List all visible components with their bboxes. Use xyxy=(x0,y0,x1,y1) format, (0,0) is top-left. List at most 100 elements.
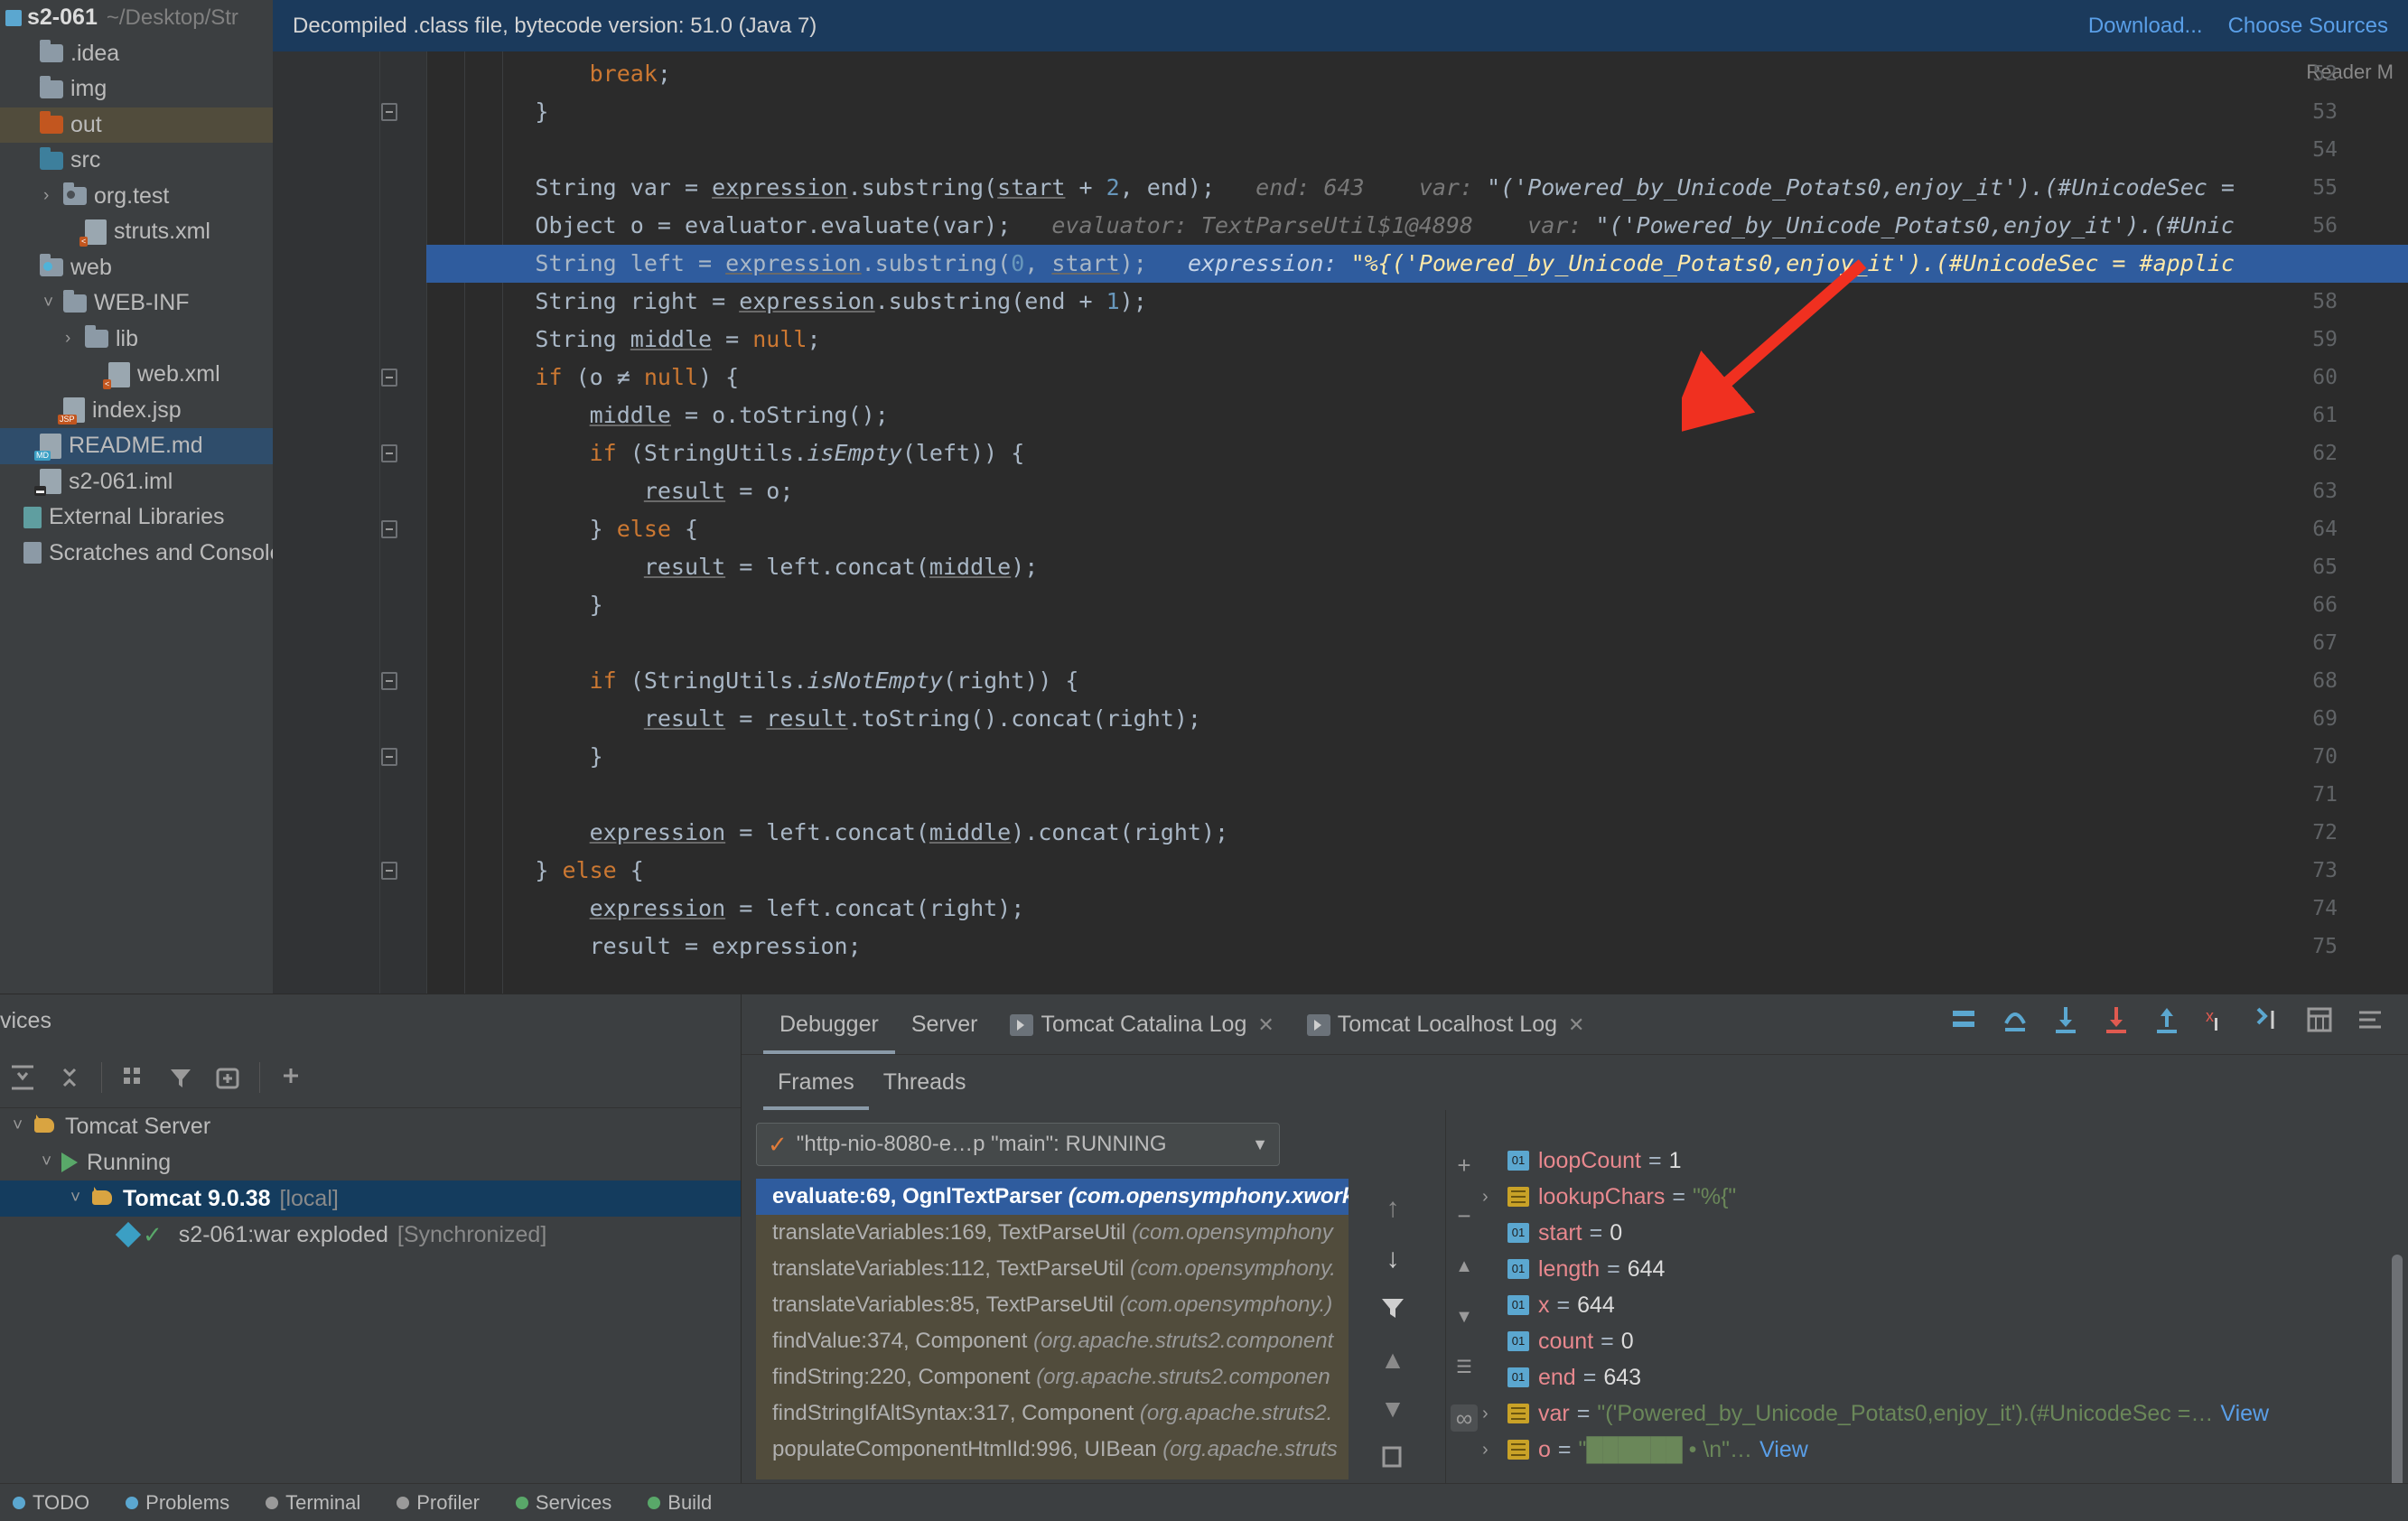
debugger-tab[interactable]: Debugger xyxy=(763,1012,895,1054)
services-tree-item[interactable]: ˅ Tomcat Server xyxy=(0,1108,741,1144)
services-tree-item[interactable]: ✓ s2-061:war exploded [Synchronized] xyxy=(0,1217,741,1253)
view-value-link[interactable]: View xyxy=(1759,1432,1808,1468)
stack-frame-row[interactable]: evaluate:69, OgnlTextParser (com.opensym… xyxy=(756,1179,1349,1215)
project-tree-list[interactable]: .idea img out src › org.test < struts.xml web ˅ WE… xyxy=(0,36,273,572)
chevron-right-icon[interactable]: › xyxy=(65,329,85,349)
evaluate-expression-icon[interactable] xyxy=(2303,1003,2336,1036)
editor-gutter[interactable] xyxy=(273,51,426,994)
code-text-area[interactable]: break; } String var = expression.substri… xyxy=(426,51,2408,994)
services-tree[interactable]: ˅ Tomcat Server ˅ Running ˅ Tomcat 9.0.38 [loc… xyxy=(0,1108,741,1253)
code-line[interactable] xyxy=(426,624,2408,662)
status-bar-item[interactable]: Problems xyxy=(126,1491,229,1515)
project-tool-window[interactable]: s2-061 ~/Desktop/Str .idea img out src › org.… xyxy=(0,0,273,994)
status-bar-item[interactable]: Profiler xyxy=(397,1491,480,1515)
code-fold-icon[interactable] xyxy=(381,748,397,766)
services-tree-item[interactable]: ˅ Running xyxy=(0,1144,741,1180)
chevron-down-icon[interactable]: ˅ xyxy=(43,294,63,313)
services-toolbar[interactable] xyxy=(0,1047,741,1108)
view-value-link[interactable]: View xyxy=(2220,1395,2269,1432)
services-tree-item[interactable]: ˅ Tomcat 9.0.38 [local] xyxy=(0,1180,741,1217)
code-line[interactable]: result = o; xyxy=(426,472,2408,510)
debugger-sub-tab[interactable]: Frames xyxy=(763,1069,869,1110)
status-bar[interactable]: TODO Problems Terminal Profiler Services Buil… xyxy=(0,1483,2408,1521)
variable-row[interactable]: 01 length = 644 xyxy=(1482,1251,2408,1287)
code-line[interactable]: result = left.concat(middle); xyxy=(426,548,2408,586)
stack-frame-row[interactable]: findValue:374, Component (org.apache.str… xyxy=(756,1323,1349,1359)
force-step-into-icon[interactable] xyxy=(2101,1003,2133,1036)
group-by-icon[interactable] xyxy=(118,1062,149,1093)
chevron-right-icon[interactable]: › xyxy=(43,186,63,206)
code-fold-icon[interactable] xyxy=(381,672,397,690)
project-tree-item[interactable]: .idea xyxy=(0,36,273,72)
project-tree-item[interactable]: › lib xyxy=(0,322,273,358)
expand-all-icon[interactable] xyxy=(7,1062,38,1093)
stack-frame-row[interactable]: translateVariables:85, TextParseUtil (co… xyxy=(756,1287,1349,1323)
project-tree-item[interactable]: web xyxy=(0,250,273,286)
chevron-down-icon[interactable]: ˅ xyxy=(13,1116,33,1136)
call-stack-frames-list[interactable]: evaluate:69, OgnlTextParser (com.opensym… xyxy=(756,1179,1349,1479)
frames-collapse-up-icon[interactable]: ▲ xyxy=(1380,1346,1405,1375)
variable-row[interactable]: › var = "('Powered_by_Unicode_Potats0,enjoy… xyxy=(1482,1395,2408,1432)
code-line[interactable] xyxy=(426,131,2408,169)
stack-frame-row[interactable]: translateVariables:112, TextParseUtil (c… xyxy=(756,1251,1349,1287)
stack-frame-row[interactable]: findString:220, Component (org.apache.st… xyxy=(756,1359,1349,1395)
step-over-icon[interactable] xyxy=(2000,1003,2032,1036)
code-line[interactable]: result = result.toString().concat(right)… xyxy=(426,700,2408,738)
frame-up-icon[interactable]: ↑ xyxy=(1386,1193,1400,1224)
debugger-tab[interactable]: Tomcat Localhost Log ✕ xyxy=(1291,1012,1601,1038)
frames-side-toolbar[interactable]: ↑ ↓ ▲ ▼ ∞ xyxy=(1354,1179,1432,1521)
code-line[interactable]: expression = left.concat(right); xyxy=(426,890,2408,928)
code-line[interactable] xyxy=(426,776,2408,814)
project-tree-item[interactable]: src xyxy=(0,143,273,179)
chevron-down-icon[interactable]: ˅ xyxy=(42,1152,61,1172)
code-fold-icon[interactable] xyxy=(381,103,397,121)
project-tree-item[interactable]: out xyxy=(0,107,273,143)
code-fold-icon[interactable] xyxy=(381,444,397,462)
project-tree-item[interactable]: JSP index.jsp xyxy=(0,393,273,429)
chevron-right-icon[interactable]: › xyxy=(1482,1395,1507,1432)
frames-panel[interactable]: ✓ "http-nio-8080-e…p "main": RUNNING ▼ ↑… xyxy=(742,1110,1444,1521)
variable-row[interactable]: 01 loopCount = 1 xyxy=(1482,1143,2408,1179)
project-tree-item[interactable]: › org.test xyxy=(0,179,273,215)
code-fold-icon[interactable] xyxy=(381,520,397,538)
variables-scrollbar[interactable] xyxy=(2392,1255,2403,1521)
chevron-right-icon[interactable]: › xyxy=(1482,1179,1507,1215)
editor-viewport[interactable]: Reader M 5253545556575859606162636465666… xyxy=(273,51,2408,994)
code-line[interactable]: String var = expression.substring(start … xyxy=(426,169,2408,207)
code-line[interactable]: Object o = evaluator.evaluate(var); eval… xyxy=(426,207,2408,245)
code-line[interactable]: break; xyxy=(426,55,2408,93)
status-bar-item[interactable]: Build xyxy=(648,1491,712,1515)
code-line[interactable]: if (o ≠ null) { xyxy=(426,359,2408,397)
add-service-icon[interactable] xyxy=(276,1062,307,1093)
download-sources-link[interactable]: Download... xyxy=(2088,14,2203,39)
project-tree-item[interactable]: img xyxy=(0,71,273,107)
variables-panel[interactable]: + − ▲ ▼ ☰ ∞ 01 loopCount = 1 › lookupChars = "%… xyxy=(1445,1110,2408,1521)
variable-row[interactable]: › lookupChars = "%{" xyxy=(1482,1179,2408,1215)
code-line[interactable]: String left = expression.substring(0, st… xyxy=(426,245,2408,283)
chevron-right-icon[interactable]: › xyxy=(1482,1432,1507,1468)
drop-frame-icon[interactable]: x xyxy=(2202,1003,2235,1036)
close-icon[interactable]: ✕ xyxy=(1568,1013,1584,1036)
frames-filter-icon[interactable] xyxy=(1379,1294,1406,1326)
code-fold-icon[interactable] xyxy=(381,862,397,880)
filter-icon[interactable] xyxy=(165,1062,196,1093)
thread-selector-dropdown[interactable]: ✓ "http-nio-8080-e…p "main": RUNNING ▼ xyxy=(756,1123,1280,1166)
services-tool-window[interactable]: vices ˅ Tomcat Server ˅ Running ˅ Tomcat… xyxy=(0,994,741,1483)
debugger-tab[interactable]: Server xyxy=(895,1012,994,1038)
stack-frame-row[interactable]: findStringIfAltSyntax:317, Component (or… xyxy=(756,1395,1349,1432)
project-tree-item[interactable]: < struts.xml xyxy=(0,214,273,250)
stack-frame-row[interactable]: populateComponentHtmlId:996, UIBean (org… xyxy=(756,1432,1349,1468)
project-tree-item[interactable]: ˅ WEB-INF xyxy=(0,285,273,322)
project-root-node[interactable]: s2-061 ~/Desktop/Str xyxy=(0,0,273,36)
project-tree-item[interactable]: ▬ s2-061.iml xyxy=(0,464,273,500)
code-line[interactable]: } xyxy=(426,738,2408,776)
debugger-sub-tab[interactable]: Threads xyxy=(869,1069,981,1096)
copy-stack-icon[interactable] xyxy=(1379,1443,1406,1475)
step-out-icon[interactable] xyxy=(2151,1003,2184,1036)
variable-row[interactable]: 01 x = 644 xyxy=(1482,1287,2408,1323)
stack-frame-row[interactable]: translateVariables:169, TextParseUtil (c… xyxy=(756,1215,1349,1251)
project-tree-item[interactable]: External Libraries xyxy=(0,499,273,536)
code-line[interactable]: String right = expression.substring(end … xyxy=(426,283,2408,321)
status-bar-item[interactable]: TODO xyxy=(13,1491,89,1515)
choose-sources-link[interactable]: Choose Sources xyxy=(2228,14,2388,39)
